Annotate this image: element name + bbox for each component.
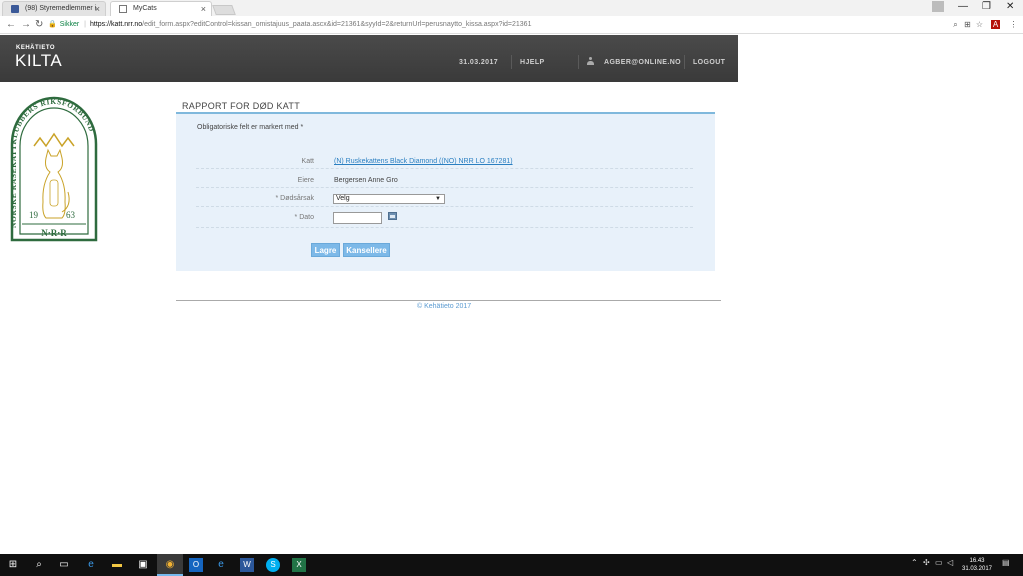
zoom-icon[interactable]: ⌕	[951, 20, 960, 29]
logout-link[interactable]: LOGOUT	[693, 59, 725, 66]
close-icon[interactable]: ×	[95, 2, 100, 16]
search-icon[interactable]: ⌕	[32, 558, 46, 572]
url-host: https://katt.nrr.no	[90, 21, 143, 28]
tab-label: (98) Styremedlemmer i	[25, 5, 97, 12]
logo[interactable]: KILTA	[15, 51, 62, 71]
internet-explorer-icon[interactable]: e	[214, 558, 228, 572]
form-panel	[176, 114, 715, 271]
site-header: KEHÄTIETO KILTA 31.03.2017 HJELP AGBER@O…	[0, 35, 738, 82]
lock-icon: 🔒	[48, 21, 57, 28]
windows-start-icon[interactable]: ⊞	[6, 558, 20, 572]
emblem-year-right: 63	[66, 210, 76, 220]
file-explorer-icon[interactable]: ▬	[110, 558, 124, 572]
cat-link[interactable]: (N) Ruskekattens Black Diamond ((NO) NRR…	[334, 158, 513, 165]
address-bar: ← → ↻ 🔒 Sikker | https://katt.nrr.no/edit_f…	[0, 16, 1023, 34]
tray-app-icon[interactable]: ✣	[923, 558, 930, 567]
header-divider	[578, 55, 579, 69]
emblem-bottom-text: N·R·R	[41, 228, 67, 238]
task-view-icon[interactable]: ▭	[57, 558, 71, 572]
nrr-emblem: NORSKE RASEKATTKLUBBERS RIKSFORBUND 19 6…	[10, 96, 98, 242]
page-title: RAPPORT FOR DØD KATT	[182, 101, 301, 111]
cat-label: Katt	[301, 158, 314, 165]
document-icon	[119, 5, 127, 13]
url-field[interactable]: 🔒 Sikker | https://katt.nrr.no/edit_form.as…	[48, 18, 948, 32]
bookmark-star-icon[interactable]: ☆	[975, 20, 984, 29]
taskbar-clock[interactable]: 16.43 31.03.2017	[960, 557, 994, 573]
pdf-extension-icon[interactable]: A	[991, 20, 1000, 29]
chrome-icon[interactable]: ◉	[163, 558, 177, 572]
store-icon[interactable]: ▣	[136, 558, 150, 572]
network-icon[interactable]: ▭	[935, 558, 943, 567]
minimize-icon[interactable]: —	[958, 0, 968, 14]
tab-label: MyCats	[133, 5, 157, 12]
help-link[interactable]: HJELP	[520, 59, 545, 66]
cause-of-death-select[interactable]: Velg ▼	[333, 194, 445, 204]
header-date: 31.03.2017	[459, 59, 499, 66]
select-value: Velg	[336, 195, 350, 202]
clock-time: 16.43	[969, 558, 985, 564]
volume-icon[interactable]: ◁	[947, 558, 953, 567]
word-icon[interactable]: W	[240, 558, 254, 572]
footer-copyright: © Kehätieto 2017	[417, 303, 472, 310]
footer-divider	[176, 300, 721, 301]
edge-icon[interactable]: e	[84, 558, 98, 572]
header-divider	[511, 55, 512, 69]
new-tab-button[interactable]	[212, 5, 236, 15]
skype-icon[interactable]: S	[266, 558, 280, 572]
header-divider	[684, 55, 685, 69]
emblem-year-left: 19	[29, 210, 39, 220]
save-button[interactable]: Lagre	[311, 243, 340, 257]
browser-tab-strip: (98) Styremedlemmer i × MyCats × — ❐ ✕	[0, 0, 1023, 16]
windows-taskbar: ⊞ ⌕ ▭ e ▬ ▣ ◉ O e W S X ⌃ ✣ ▭ ◁ 16.43 31…	[0, 554, 1023, 576]
cancel-button[interactable]: Kansellere	[343, 243, 390, 257]
form-row-divider	[196, 187, 693, 188]
calendar-icon[interactable]	[388, 212, 397, 220]
close-icon[interactable]: ×	[201, 2, 206, 16]
date-label: * Dato	[294, 214, 314, 221]
owners-label: Eiere	[297, 177, 314, 184]
browser-tab-mycats[interactable]: MyCats ×	[110, 1, 212, 16]
url-path: /edit_form.aspx?editControl=kissan_omist…	[142, 21, 532, 28]
user-link[interactable]: AGBER@ONLINE.NO	[604, 59, 681, 66]
tray-chevron-icon[interactable]: ⌃	[911, 558, 918, 567]
url-separator: |	[84, 21, 86, 28]
back-icon[interactable]: ←	[6, 18, 16, 31]
window-close-icon[interactable]: ✕	[1006, 0, 1014, 14]
form-row-divider	[196, 168, 693, 169]
browser-tab-facebook[interactable]: (98) Styremedlemmer i ×	[2, 1, 106, 16]
form-row-divider	[196, 206, 693, 207]
menu-icon[interactable]: ⋮	[1009, 20, 1018, 29]
owners-value: Bergersen Anne Gro	[334, 177, 398, 184]
cause-of-death-label: * Dødsårsak	[275, 195, 314, 202]
date-input[interactable]	[333, 212, 382, 224]
notification-icon[interactable]: ▤	[1002, 558, 1010, 567]
outlook-icon[interactable]: O	[189, 558, 203, 572]
restore-icon[interactable]: ❐	[982, 0, 991, 14]
form-row-divider	[196, 227, 693, 228]
required-note: Obligatoriske felt er markert med *	[197, 124, 304, 131]
secure-label: Sikker	[59, 21, 80, 28]
clock-date: 31.03.2017	[961, 566, 993, 572]
user-icon	[587, 57, 594, 66]
profile-icon[interactable]	[932, 1, 944, 12]
forward-icon[interactable]: →	[21, 18, 31, 31]
chevron-down-icon: ▼	[435, 196, 441, 202]
facebook-icon	[11, 5, 19, 13]
excel-icon[interactable]: X	[292, 558, 306, 572]
reload-icon[interactable]: ↻	[35, 18, 43, 31]
translate-icon[interactable]: ⊞	[963, 20, 972, 29]
